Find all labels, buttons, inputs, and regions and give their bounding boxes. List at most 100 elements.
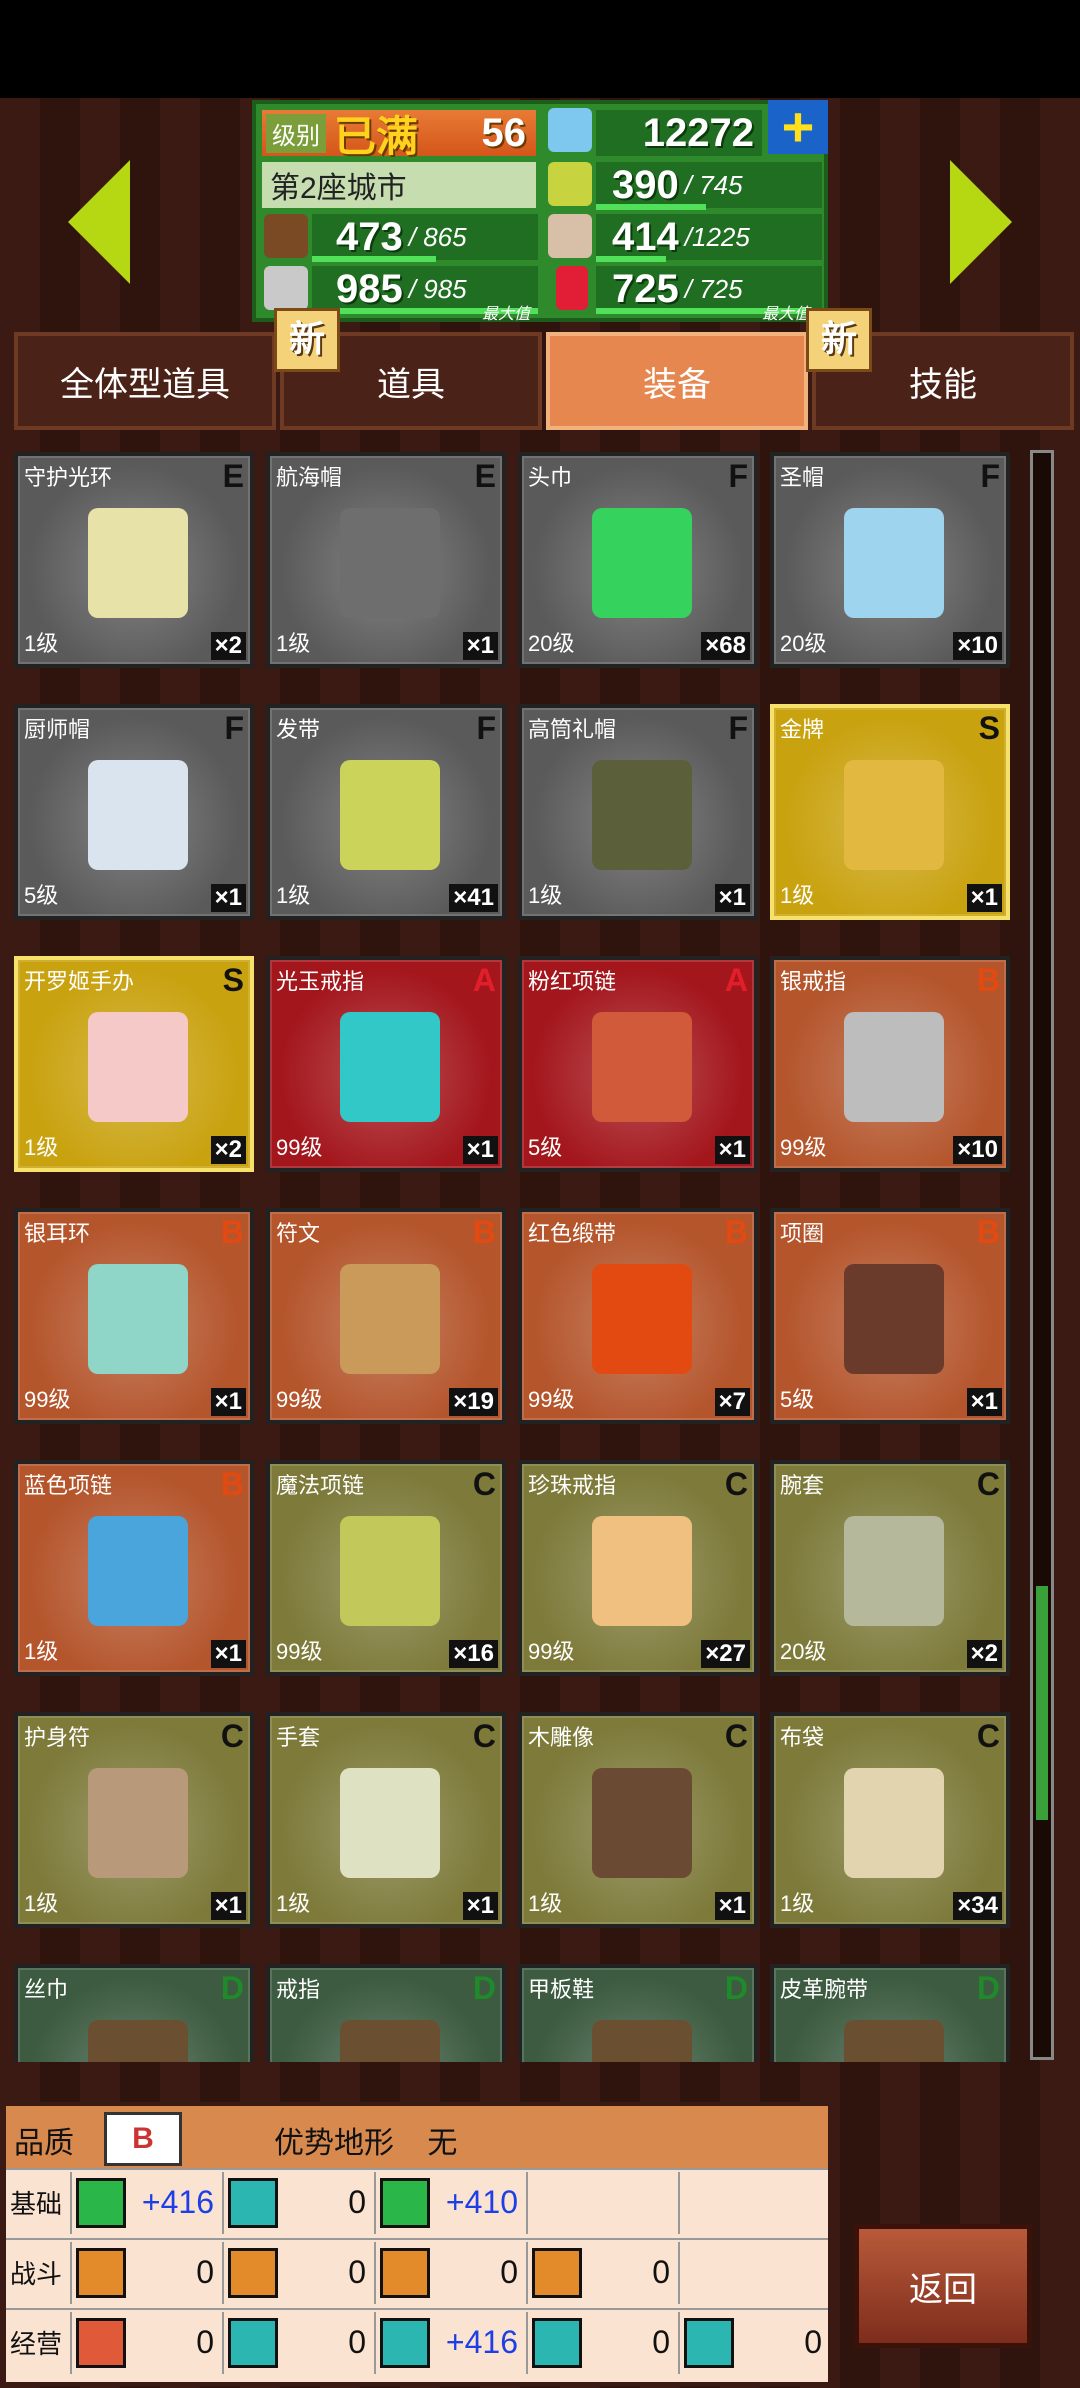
- food-value: 390: [612, 162, 679, 207]
- item-card[interactable]: 红色缎带 B 99级 ×7: [518, 1208, 758, 1424]
- item-image: [844, 760, 944, 870]
- arrows-icon: [380, 2248, 430, 2298]
- item-card[interactable]: 厨师帽 F 5级 ×1: [14, 704, 254, 920]
- stat-value: 0: [500, 2254, 518, 2290]
- previous-arrow-icon[interactable]: [68, 160, 130, 284]
- equipment-grid: 守护光环 E 1级 ×2 航海帽 E 1级 ×1 头巾 F 20级 ×68 圣帽 F 20级 ×10 厨师帽 F 5…: [14, 452, 1014, 2062]
- item-card[interactable]: 航海帽 E 1级 ×1: [266, 452, 506, 668]
- people-bar: [596, 256, 666, 262]
- wood-box: 473 / 865: [312, 214, 538, 260]
- ore-full-label: 最大值: [482, 306, 531, 323]
- item-card[interactable]: 布袋 C 1级 ×34: [770, 1712, 1010, 1928]
- item-card[interactable]: 光玉戒指 A 99级 ×1: [266, 956, 506, 1172]
- level-max-label: 已满: [334, 112, 419, 160]
- item-card[interactable]: 魔法项链 C 99级 ×16: [266, 1460, 506, 1676]
- sword-icon: [76, 2248, 126, 2298]
- flex-arm-icon: [380, 2178, 430, 2228]
- item-image: [844, 1516, 944, 1626]
- item-card[interactable]: 护身符 C 1级 ×1: [14, 1712, 254, 1928]
- tab-equipment-label: 装备: [643, 365, 711, 404]
- add-gems-button[interactable]: +: [768, 99, 828, 155]
- item-card[interactable]: 符文 B 99级 ×19: [266, 1208, 506, 1424]
- item-card[interactable]: 开罗姬手办 S 1级 ×2: [14, 956, 254, 1172]
- item-quantity: ×2: [210, 1136, 246, 1164]
- item-card[interactable]: 头巾 F 20级 ×68: [518, 452, 758, 668]
- item-quantity: ×2: [966, 1640, 1002, 1668]
- item-card[interactable]: 手套 C 1级 ×1: [266, 1712, 506, 1928]
- food-max: / 745: [684, 169, 743, 200]
- stat-value: 0: [652, 2324, 670, 2360]
- item-rank: F: [980, 458, 1000, 494]
- stat-cell: 0: [526, 2312, 676, 2374]
- stat-value: +416: [445, 2324, 518, 2360]
- item-level: 1级: [780, 883, 815, 908]
- item-card[interactable]: 木雕像 C 1级 ×1: [518, 1712, 758, 1928]
- item-card[interactable]: 发带 F 1级 ×41: [266, 704, 506, 920]
- item-card[interactable]: 高筒礼帽 F 1级 ×1: [518, 704, 758, 920]
- stat-value: 0: [348, 2254, 366, 2290]
- item-quantity: ×41: [449, 884, 498, 912]
- item-level: 1级: [276, 631, 311, 656]
- item-quantity: ×1: [714, 1892, 750, 1920]
- item-name: 金牌: [780, 717, 825, 742]
- item-name: 手套: [276, 1725, 321, 1750]
- item-card[interactable]: 守护光环 E 1级 ×2: [14, 452, 254, 668]
- item-image: [592, 1768, 692, 1878]
- item-card[interactable]: 丝巾 D: [14, 1964, 254, 2062]
- stat-cell: 0: [222, 2242, 372, 2304]
- stat-value: 0: [196, 2324, 214, 2360]
- stat-cell: [526, 2172, 676, 2234]
- stat-cell: 0: [526, 2242, 676, 2304]
- item-name: 守护光环: [24, 465, 113, 490]
- item-level: 99级: [780, 1135, 827, 1160]
- item-card[interactable]: 珍珠戒指 C 99级 ×27: [518, 1460, 758, 1676]
- item-card[interactable]: 粉红项链 A 5级 ×1: [518, 956, 758, 1172]
- item-rank: E: [222, 458, 244, 494]
- item-rank: B: [472, 1214, 496, 1250]
- item-rank: B: [976, 962, 1000, 998]
- item-quantity: ×27: [701, 1640, 750, 1668]
- item-name: 护身符: [24, 1725, 91, 1750]
- item-image: [592, 760, 692, 870]
- item-card[interactable]: 金牌 S 1级 ×1: [770, 704, 1010, 920]
- item-card[interactable]: 项圈 B 5级 ×1: [770, 1208, 1010, 1424]
- item-quantity: ×68: [701, 632, 750, 660]
- ruby-value: 725: [612, 266, 679, 311]
- row-divider: [6, 2308, 828, 2310]
- item-quantity: ×1: [966, 884, 1002, 912]
- level-label: 级别: [266, 113, 326, 153]
- back-button[interactable]: 返回: [854, 2224, 1032, 2348]
- item-level: 99级: [528, 1387, 575, 1412]
- item-card[interactable]: 银戒指 B 99级 ×10: [770, 956, 1010, 1172]
- item-name: 发带: [276, 717, 321, 742]
- item-rank: C: [472, 1718, 496, 1754]
- item-quantity: ×34: [953, 1892, 1002, 1920]
- item-card[interactable]: 圣帽 F 20级 ×10: [770, 452, 1010, 668]
- item-image: [340, 1012, 440, 1122]
- tab-equipment[interactable]: 装备: [546, 332, 808, 430]
- item-card[interactable]: 戒指 D: [266, 1964, 506, 2062]
- terrain-label-text: 优势地形: [274, 2127, 394, 2160]
- item-quantity: ×1: [714, 884, 750, 912]
- bandage-icon: [684, 2318, 734, 2368]
- item-card[interactable]: 银耳环 B 99级 ×1: [14, 1208, 254, 1424]
- item-card[interactable]: 腕套 C 20级 ×2: [770, 1460, 1010, 1676]
- level-box: 级别 已满 56: [262, 110, 536, 160]
- item-image: [592, 1516, 692, 1626]
- item-rank: C: [472, 1466, 496, 1502]
- item-level: 99级: [276, 1387, 323, 1412]
- item-quantity: ×16: [449, 1640, 498, 1668]
- ruby-max-value: 725: [699, 273, 743, 304]
- item-name: 圣帽: [780, 465, 825, 490]
- item-card[interactable]: 甲板鞋 D: [518, 1964, 758, 2062]
- item-level: 1级: [528, 1891, 563, 1916]
- item-card[interactable]: 皮革腕带 D: [770, 1964, 1010, 2062]
- item-quantity: ×1: [210, 1388, 246, 1416]
- tab-all-items-label: 全体型道具: [60, 365, 230, 404]
- tab-all-items[interactable]: 全体型道具: [14, 332, 276, 430]
- scrollbar-thumb[interactable]: [1036, 1586, 1048, 1820]
- next-arrow-icon[interactable]: [950, 160, 1012, 284]
- item-card[interactable]: 蓝色项链 B 1级 ×1: [14, 1460, 254, 1676]
- item-image: [88, 1516, 188, 1626]
- item-rank: A: [724, 962, 748, 998]
